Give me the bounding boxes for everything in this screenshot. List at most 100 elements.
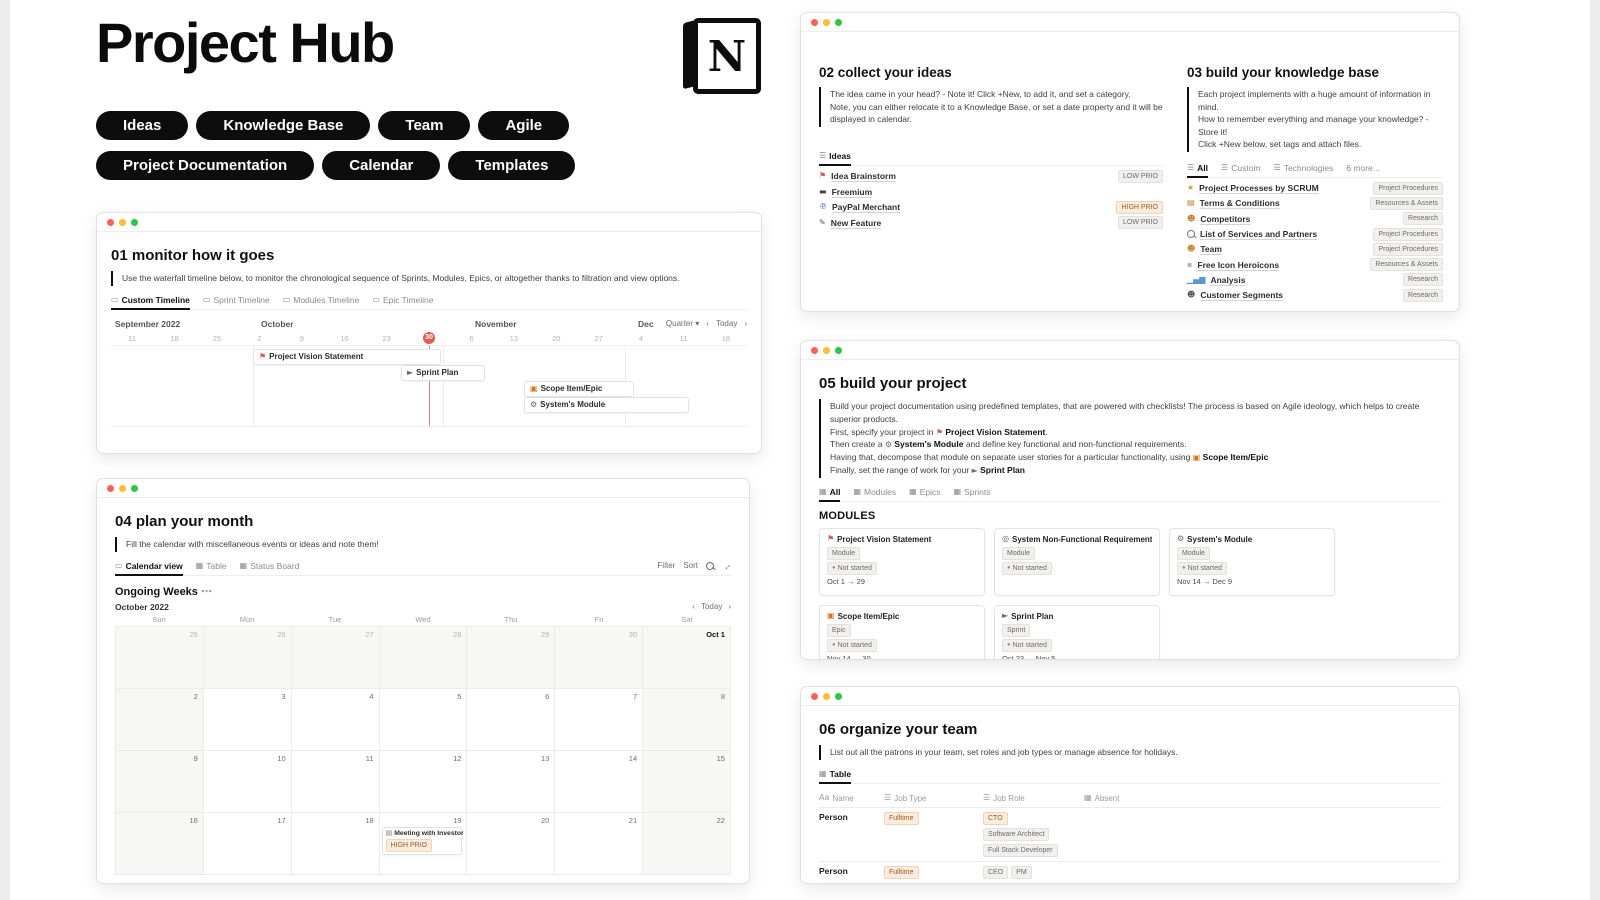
module-card-project-vision-statement[interactable]: ⚑Project Vision StatementModule●Not star… (819, 528, 985, 596)
calendar-today-button[interactable]: Today (701, 602, 722, 612)
calendar-cell-11[interactable]: 11 (292, 751, 380, 813)
zoom-button[interactable] (835, 19, 842, 26)
column-header-job-role[interactable]: ☰Job Role (983, 790, 1084, 807)
timeline-prev-button[interactable]: ‹ (706, 319, 709, 328)
table-row[interactable]: PersonFulltimeCTOSoftware ArchitectFull … (819, 808, 1441, 862)
tab-all[interactable]: ▦All (819, 487, 840, 497)
timeline-bar-sprint-plan[interactable]: ►Sprint Plan (401, 365, 485, 381)
idea-item-new-feature[interactable]: ✎New FeatureLOW PRIO (819, 215, 1163, 231)
inline-page-link[interactable]: Sprint Plan (980, 465, 1025, 475)
module-card-sprint-plan[interactable]: ►Sprint PlanSprint●Not startedOct 23 → N… (994, 605, 1160, 660)
minimize-button[interactable] (823, 347, 830, 354)
calendar-cell-22[interactable]: 22 (643, 813, 731, 875)
tab-sprints[interactable]: ▦Sprints (954, 487, 991, 497)
calendar-cell-13[interactable]: 13 (467, 751, 555, 813)
calendar-cell-14[interactable]: 14 (555, 751, 643, 813)
kb-item-team[interactable]: ☻TeamProject Procedures (1187, 242, 1443, 257)
calendar-cell-17[interactable]: 17 (204, 813, 292, 875)
tab-calendar-view[interactable]: ▭Calendar view (115, 561, 183, 571)
calendar-cell-4[interactable]: 4 (292, 689, 380, 751)
idea-item-freemium[interactable]: ▬Freemium (819, 184, 1163, 200)
zoom-button[interactable] (835, 347, 842, 354)
timeline-bar-system-s-module[interactable]: ⚙System's Module (524, 397, 689, 413)
tab-sprint-timeline[interactable]: ▭Sprint Timeline (203, 295, 270, 305)
calendar-cell-7[interactable]: 7 (555, 689, 643, 751)
calendar-cell-19[interactable]: 19▤Meeting with InvestorHIGH PRIO (380, 813, 468, 875)
kb-item-terms-conditions[interactable]: ▤Terms & ConditionsResources & Assets (1187, 196, 1443, 211)
minimize-button[interactable] (119, 485, 126, 492)
kb-item-analysis[interactable]: ▁▄▆AnalysisResearch (1187, 272, 1443, 287)
search-icon[interactable] (706, 562, 714, 570)
calendar-cell-16[interactable]: 16 (116, 813, 204, 875)
timeline-today-button[interactable]: Today (716, 319, 737, 328)
inline-page-link[interactable]: System's Module (894, 439, 963, 449)
kb-item-project-processes-by-scrum[interactable]: ★Project Processes by SCRUMProject Proce… (1187, 181, 1443, 196)
close-button[interactable] (811, 347, 818, 354)
tag-pill-calendar[interactable]: Calendar (322, 151, 440, 180)
sort-button[interactable]: Sort (683, 561, 698, 570)
tab-table[interactable]: ▦Table (196, 561, 227, 571)
kb-item-customer-segments[interactable]: ☻Customer SegmentsResearch (1187, 288, 1443, 303)
calendar-cell-12[interactable]: 12 (380, 751, 468, 813)
column-header-absent[interactable]: ▦Absent (1084, 790, 1441, 807)
calendar-cell-9[interactable]: 9 (116, 751, 204, 813)
module-card-scope-item-epic[interactable]: ▣Scope Item/EpicEpic●Not startedNov 14 →… (819, 605, 985, 660)
calendar-cell-28[interactable]: 28 (380, 627, 468, 689)
tab-modules-timeline[interactable]: ▭Modules Timeline (283, 295, 360, 305)
calendar-prev-button[interactable]: ‹ (692, 602, 695, 612)
close-button[interactable] (811, 19, 818, 26)
timeline-next-button[interactable]: › (744, 319, 747, 328)
column-header-name[interactable]: AaName (819, 790, 884, 807)
calendar-event-meeting-with-investor[interactable]: ▤Meeting with InvestorHIGH PRIO (382, 827, 463, 855)
calendar-cell-oct-1[interactable]: Oct 1 (643, 627, 731, 689)
calendar-cell-30[interactable]: 30 (555, 627, 643, 689)
column-header-job-type[interactable]: ☰Job Type (884, 790, 983, 807)
tab-all[interactable]: ☰All (1187, 163, 1208, 173)
kb-item-competitors[interactable]: ☻CompetitorsResearch (1187, 211, 1443, 226)
calendar-cell-2[interactable]: 2 (116, 689, 204, 751)
quarter-select[interactable]: Quarter ▾ (666, 319, 699, 328)
calendar-cell-29[interactable]: 29 (467, 627, 555, 689)
tag-pill-templates[interactable]: Templates (448, 151, 575, 180)
tab-epic-timeline[interactable]: ▭Epic Timeline (372, 295, 433, 305)
timeline-bar-project-vision-statement[interactable]: ⚑Project Vision Statement (253, 349, 441, 365)
tab-status-board[interactable]: ▦Status Board (240, 561, 300, 571)
calendar-cell-6[interactable]: 6 (467, 689, 555, 751)
idea-item-idea-brainstorm[interactable]: ⚑Idea BrainstormLOW PRIO (819, 169, 1163, 185)
tag-pill-ideas[interactable]: Ideas (96, 111, 188, 140)
close-button[interactable] (811, 693, 818, 700)
tab-ideas[interactable]: ☰Ideas (819, 151, 851, 161)
calendar-cell-26[interactable]: 26 (204, 627, 292, 689)
tab-modules[interactable]: ▦Modules (853, 487, 896, 497)
inline-page-link[interactable]: Scope Item/Epic (1203, 452, 1269, 462)
minimize-button[interactable] (823, 693, 830, 700)
tag-pill-knowledge-base[interactable]: Knowledge Base (196, 111, 370, 140)
table-row[interactable]: PersonFulltimeWeb DesignerOctober 20, 20… (819, 884, 1441, 885)
calendar-cell-3[interactable]: 3 (204, 689, 292, 751)
calendar-cell-21[interactable]: 21 (555, 813, 643, 875)
tab-technologies[interactable]: ☰Technologies (1274, 163, 1334, 173)
filter-button[interactable]: Filter (658, 561, 676, 570)
minimize-button[interactable] (823, 19, 830, 26)
idea-item-paypal-merchant[interactable]: ℗PayPal MerchantHIGH PRIO (819, 200, 1163, 216)
zoom-button[interactable] (835, 693, 842, 700)
tag-pill-team[interactable]: Team (378, 111, 470, 140)
inline-page-link[interactable]: Project Vision Statement (945, 427, 1045, 437)
calendar-cell-27[interactable]: 27 (292, 627, 380, 689)
calendar-cell-15[interactable]: 15 (643, 751, 731, 813)
zoom-button[interactable] (131, 219, 138, 226)
more-options-icon[interactable]: ⋯ (201, 586, 212, 598)
tab-table[interactable]: ▦Table (819, 769, 851, 779)
close-button[interactable] (107, 219, 114, 226)
module-card-system-non-functional-requirements[interactable]: ◎System Non-Functional RequirementsModul… (994, 528, 1160, 596)
tag-pill-project-documentation[interactable]: Project Documentation (96, 151, 314, 180)
timeline-bar-scope-item-epic[interactable]: ▣Scope Item/Epic (524, 381, 634, 397)
tab-custom-timeline[interactable]: ▭Custom Timeline (111, 295, 190, 305)
calendar-cell-25[interactable]: 25 (116, 627, 204, 689)
tab-custom[interactable]: ☰Custom (1221, 163, 1260, 173)
close-button[interactable] (107, 485, 114, 492)
calendar-next-button[interactable]: › (728, 602, 731, 612)
calendar-cell-5[interactable]: 5 (380, 689, 468, 751)
kb-item-list-of-services-and-partners[interactable]: List of Services and PartnersProject Pro… (1187, 226, 1443, 241)
minimize-button[interactable] (119, 219, 126, 226)
